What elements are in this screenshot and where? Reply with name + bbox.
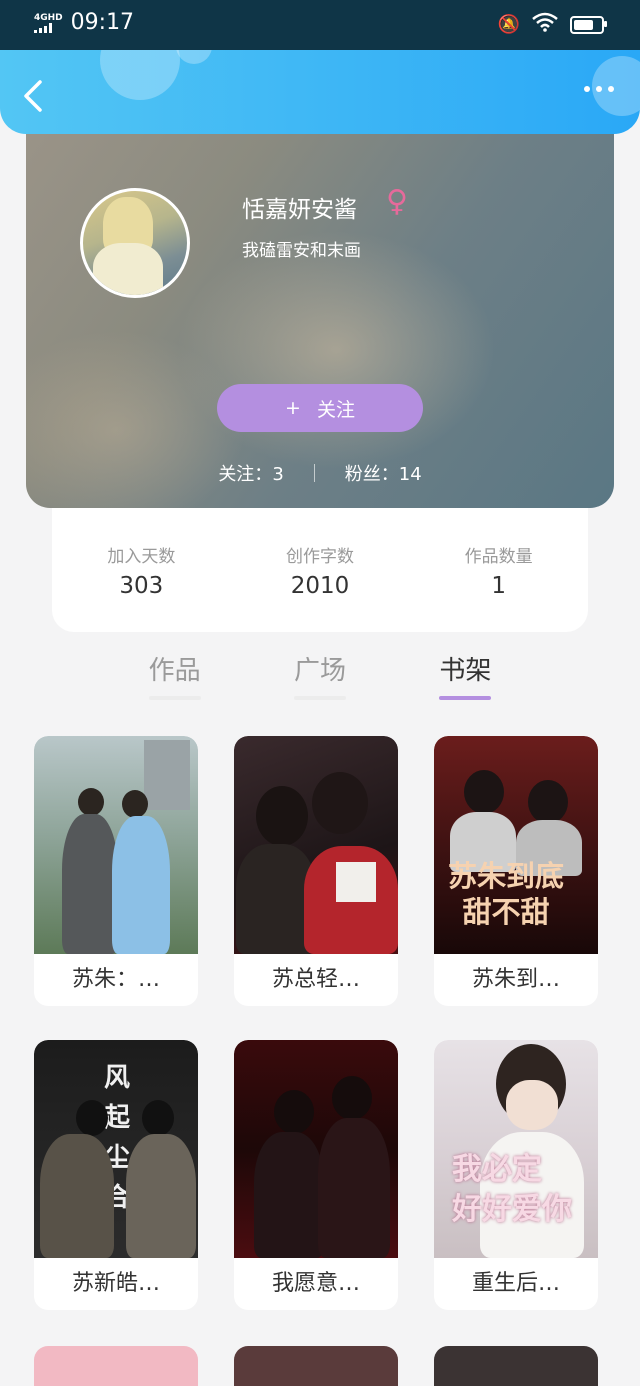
book-card-partial[interactable] [34, 1346, 198, 1386]
follow-button-label: 关注 [316, 398, 355, 421]
book-card[interactable]: 苏朱到底 甜不甜 苏朱到… [434, 736, 598, 1006]
clock: 09:17 [70, 10, 135, 35]
book-card-partial[interactable] [234, 1346, 398, 1386]
tab-works[interactable]: 作品 [102, 650, 247, 710]
status-bar: 4GHD 09:17 🔕 [0, 0, 640, 50]
tab-bar: 作品 广场 书架 [102, 650, 538, 710]
book-cover-title: 我必定 好好爱你 [452, 1152, 572, 1227]
book-cover-title: 苏朱到底 甜不甜 [448, 859, 565, 929]
female-gender-icon: ♀ [386, 184, 408, 219]
stat-join-days: 加入天数 303 [107, 547, 176, 599]
book-cover [234, 736, 398, 954]
book-cover [234, 1040, 398, 1258]
more-options-button[interactable] [584, 86, 614, 92]
battery-icon [570, 15, 607, 34]
book-card[interactable]: 苏总轻… [234, 736, 398, 1006]
chevron-left-icon [24, 80, 42, 112]
book-title: 重生后… [471, 1271, 560, 1296]
following-count[interactable]: 关注：3 [218, 460, 283, 486]
mute-bell-icon: 🔕 [497, 14, 520, 35]
follow-counts: 关注：3 粉丝：14 [26, 460, 614, 486]
book-title: 苏新皓… [71, 1271, 160, 1296]
network-type: 4GHD [34, 12, 63, 23]
book-card[interactable]: 我必定 好好爱你 重生后… [434, 1040, 598, 1310]
top-app-bar [0, 50, 640, 134]
stats-panel: 加入天数 303 创作字数 2010 作品数量 1 [52, 508, 588, 632]
book-cover: 我必定 好好爱你 [434, 1040, 598, 1258]
cellular-signal-icon: 4GHD [34, 13, 63, 33]
book-cover: 苏朱到底 甜不甜 [434, 736, 598, 954]
profile-card: 恬嘉妍安酱 ♀ 我磕雷安和末画 + 关注 关注：3 粉丝：14 [26, 110, 614, 508]
book-card[interactable]: 风 起 尘 合 苏新皓… [34, 1040, 198, 1310]
book-cover [34, 736, 198, 954]
follow-button[interactable]: + 关注 [217, 384, 423, 432]
tab-bookshelf[interactable]: 书架 [393, 650, 538, 710]
avatar[interactable] [80, 188, 190, 298]
back-button[interactable] [20, 78, 56, 114]
book-title: 我愿意… [271, 1271, 360, 1296]
book-title: 苏朱：… [71, 967, 160, 992]
stat-works-count: 作品数量 1 [464, 547, 533, 599]
wifi-icon [532, 12, 558, 37]
profile-name: 恬嘉妍安酱 [242, 197, 357, 223]
plus-icon: + [285, 397, 301, 419]
fans-count[interactable]: 粉丝：14 [345, 460, 422, 486]
tab-square[interactable]: 广场 [247, 650, 392, 710]
book-card-partial[interactable] [434, 1346, 598, 1386]
book-card[interactable]: 苏朱：… [34, 736, 198, 1006]
book-card[interactable]: 我愿意… [234, 1040, 398, 1310]
more-dots-icon [584, 86, 590, 92]
book-title: 苏总轻… [271, 967, 360, 992]
book-cover: 风 起 尘 合 [34, 1040, 198, 1258]
divider [313, 464, 315, 482]
book-title: 苏朱到… [471, 967, 560, 992]
stat-word-count: 创作字数 2010 [286, 547, 354, 599]
profile-signature: 我磕雷安和末画 [242, 241, 361, 261]
